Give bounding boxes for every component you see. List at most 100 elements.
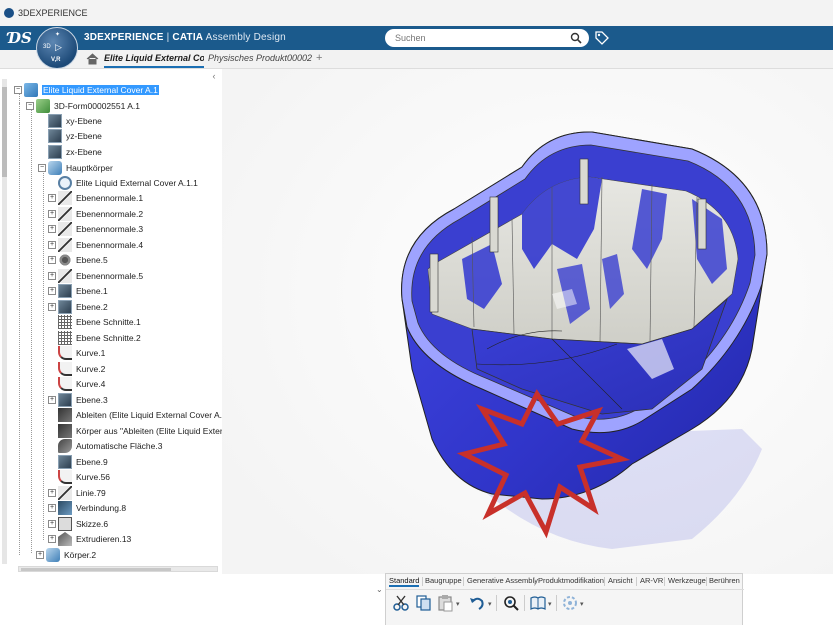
tree-node-ebenennormale-1[interactable]: + Ebenennormale.1 (48, 191, 143, 205)
compass-top-icon[interactable]: ✦ (55, 31, 60, 38)
collapse-toggle[interactable]: − (38, 164, 46, 172)
book-icon[interactable] (529, 594, 547, 612)
expand-toggle[interactable]: + (48, 396, 56, 404)
line-icon (58, 191, 72, 205)
actionbar-tab-produktmodifikation[interactable]: Produktmodifikation (538, 576, 604, 585)
tree-node-ebene-5[interactable]: + Ebene.5 (48, 253, 108, 267)
body-icon (46, 548, 60, 562)
tree-node-kurve-4[interactable]: Kurve.4 (58, 377, 105, 391)
cut-icon[interactable] (392, 594, 410, 612)
tree-node-label: Elite Liquid External Cover A.1.1 (76, 178, 198, 188)
tree-node-root[interactable]: − Elite Liquid External Cover A.1 (14, 83, 159, 97)
tree-node-kurve-56[interactable]: Kurve.56 (58, 470, 110, 484)
home-icon[interactable] (86, 53, 99, 65)
plane-icon (48, 145, 62, 159)
paste-icon[interactable] (436, 594, 454, 612)
tree-horizontal-thumb[interactable] (21, 568, 171, 571)
curve-icon (58, 346, 72, 360)
tree-node-label: Ebenennormale.5 (76, 271, 144, 281)
play-icon[interactable]: ▷ (55, 42, 62, 53)
compass-widget[interactable]: 3D ▷ ✦ V,R (36, 27, 78, 69)
expand-toggle[interactable]: + (48, 194, 56, 202)
curve-icon (58, 362, 72, 376)
tree-node-extrudieren-13[interactable]: + Extrudieren.13 (48, 532, 131, 546)
plane-icon (58, 284, 72, 298)
update-icon[interactable] (561, 594, 579, 612)
tree-node-automatische-flaeche-3[interactable]: Automatische Fläche.3 (58, 439, 162, 453)
tree-node-ebenennormale-3[interactable]: + Ebenennormale.3 (48, 222, 143, 236)
tree-node-ebene-1[interactable]: + Ebene.1 (48, 284, 108, 298)
tree-node-xy-plane[interactable]: xy-Ebene (48, 114, 102, 128)
expand-toggle[interactable]: + (48, 272, 56, 280)
actionbar-tab-werkzeuge[interactable]: Werkzeuge (668, 576, 706, 585)
tree-node-label: 3D-Form00002551 A.1 (54, 101, 140, 111)
specification-tree: ‹ − Elite Liquid External Cover A.1 − 3D… (0, 69, 237, 574)
tree-node-label: Kurve.4 (76, 379, 106, 389)
tree-node-ebene-9[interactable]: Ebene.9 (58, 455, 108, 469)
collapse-toggle[interactable]: − (14, 86, 22, 94)
expand-toggle[interactable]: + (48, 241, 56, 249)
tree-node-label: Körper aus "Ableiten (Elite Liquid Exter… (76, 426, 234, 436)
tree-node-hauptkoerper[interactable]: − Hauptkörper (38, 161, 113, 175)
collapse-toggle[interactable]: − (26, 102, 34, 110)
tree-node-koerper-aus-ableiten[interactable]: Körper aus "Ableiten (Elite Liquid Exter… (58, 424, 234, 438)
tree-node-label: zx-Ebene (66, 147, 102, 157)
search-box[interactable] (385, 29, 589, 47)
tree-node-yz-plane[interactable]: yz-Ebene (48, 129, 102, 143)
expand-toggle[interactable]: + (48, 210, 56, 218)
zoom-icon[interactable] (502, 594, 520, 612)
3d-viewport[interactable] (222, 69, 833, 574)
tree-node-kurve-1[interactable]: Kurve.1 (58, 346, 105, 360)
tree-node-verbindung-8[interactable]: + Verbindung.8 (48, 501, 126, 515)
tree-node-ebenennormale-2[interactable]: + Ebenennormale.2 (48, 207, 143, 221)
expand-toggle[interactable]: + (48, 225, 56, 233)
tab-elite-liquid-external-cover[interactable]: Elite Liquid External Cover (104, 53, 204, 68)
grid-icon (58, 315, 72, 329)
copy-icon[interactable] (414, 594, 432, 612)
ds-logo-icon[interactable]: ƊS (8, 29, 32, 47)
tree-node-ebene-3[interactable]: + Ebene.3 (48, 393, 108, 407)
actionbar-tab-ansicht[interactable]: Ansicht (608, 576, 633, 585)
tab-physisches-produkt[interactable]: Physisches Produkt00002280 (208, 53, 312, 63)
expand-toggle[interactable]: + (48, 489, 56, 497)
tree-horizontal-scrollbar[interactable] (18, 566, 218, 572)
tree-node-linie-79[interactable]: + Linie.79 (48, 486, 106, 500)
tree-node-koerper-2[interactable]: + Körper.2 (36, 548, 96, 562)
actionbar-tab-ar-vr[interactable]: AR-VR (640, 576, 663, 585)
tree-node-zx-plane[interactable]: zx-Ebene (48, 145, 102, 159)
undo-icon[interactable] (468, 594, 486, 612)
collapse-panel-icon[interactable]: ‹ (209, 71, 219, 81)
plane-icon (48, 129, 62, 143)
expand-toggle[interactable]: + (48, 535, 56, 543)
search-input[interactable] (395, 31, 565, 45)
tree-node-3d-form[interactable]: − 3D-Form00002551 A.1 (26, 99, 140, 113)
tree-node-ableiten[interactable]: Ableiten (Elite Liquid External Cover A.… (58, 408, 237, 422)
tree-node-ebenennormale-4[interactable]: + Ebenennormale.4 (48, 238, 143, 252)
actionbar-tab-baugruppe[interactable]: Baugruppe (425, 576, 462, 585)
expand-toggle[interactable]: + (48, 287, 56, 295)
tag-icon[interactable] (595, 31, 609, 45)
tree-node-ebenennormale-5[interactable]: + Ebenennormale.5 (48, 269, 143, 283)
tree-node-cover-instance[interactable]: Elite Liquid External Cover A.1.1 (58, 176, 198, 190)
app-brand: 3DEXPERIENCE | CATIA Assembly Design (84, 32, 286, 43)
expand-toggle[interactable]: + (48, 256, 56, 264)
search-icon[interactable] (570, 32, 582, 44)
curve-icon (58, 470, 72, 484)
tree-node-ebene-schnitte-1[interactable]: Ebene Schnitte.1 (58, 315, 141, 329)
tree-node-ebene-2[interactable]: + Ebene.2 (48, 300, 108, 314)
expand-toggle[interactable]: + (36, 551, 44, 559)
add-tab-icon[interactable]: + (316, 52, 322, 64)
expand-toggle[interactable]: + (48, 303, 56, 311)
tree-node-skizze-6[interactable]: + Skizze.6 (48, 517, 108, 531)
actionbar-tab-standard[interactable]: Standard (389, 576, 420, 587)
3d-model-view[interactable] (222, 69, 833, 574)
actionbar-tab-generative-assembly[interactable]: Generative Assembly (467, 576, 538, 585)
tree-node-ebene-schnitte-2[interactable]: Ebene Schnitte.2 (58, 331, 141, 345)
expand-toggle[interactable]: + (48, 504, 56, 512)
actionbar-tab-beruehren[interactable]: Berühren (709, 576, 740, 585)
tree-node-kurve-2[interactable]: Kurve.2 (58, 362, 105, 376)
tree-node-label: Extrudieren.13 (76, 534, 132, 544)
tree-scroll-thumb[interactable] (2, 87, 7, 177)
expand-toggle[interactable]: + (48, 520, 56, 528)
actionbar-toggle-icon[interactable]: ⌄ (376, 585, 384, 601)
